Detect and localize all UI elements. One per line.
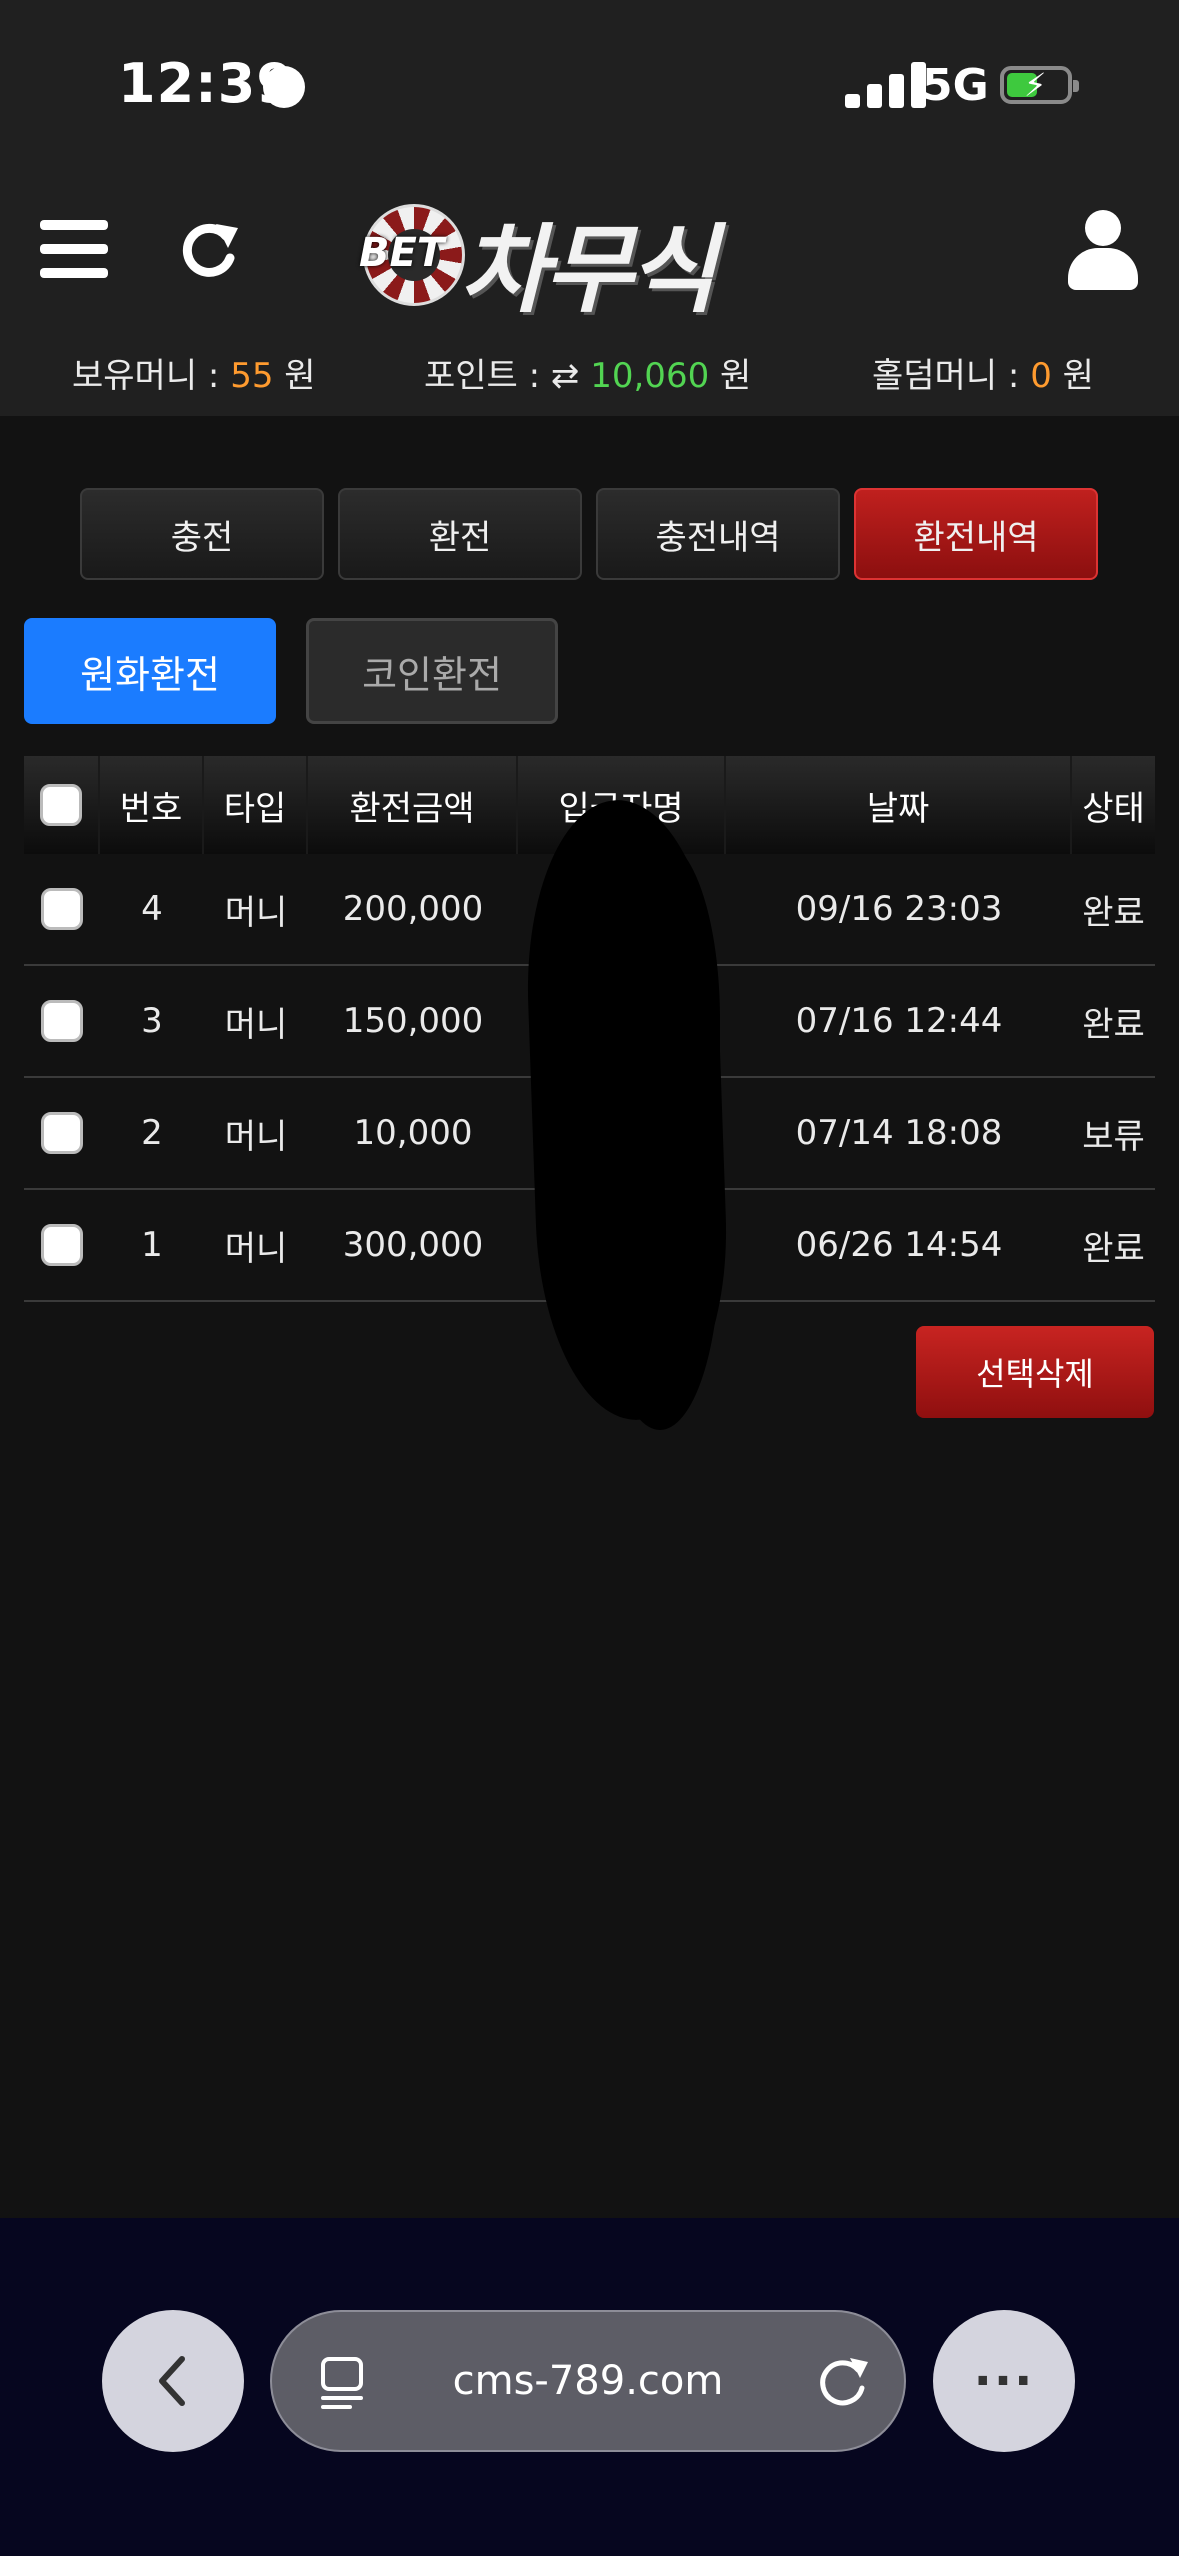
user-icon[interactable]	[1068, 210, 1138, 290]
row-status: 보류	[1082, 1116, 1145, 1157]
menu-icon[interactable]	[40, 220, 110, 280]
money-label: 보유머니 :	[72, 356, 220, 396]
row-type: 머니	[224, 1228, 288, 1269]
row-type: 머니	[224, 892, 288, 933]
cellular-signal-icon	[845, 62, 927, 108]
header-date: 날짜	[726, 756, 1072, 854]
refresh-icon[interactable]	[176, 218, 242, 284]
tab-withdraw-history[interactable]: 환전내역	[854, 488, 1098, 580]
back-button[interactable]	[102, 2310, 244, 2452]
row-amount: 200,000	[342, 889, 484, 929]
delete-selected-button[interactable]: 선택삭제	[916, 1326, 1154, 1418]
header-type: 타입	[204, 756, 308, 854]
row-checkbox[interactable]	[41, 1000, 83, 1042]
site-logo[interactable]: BET 차무식	[355, 192, 815, 326]
chevron-left-icon	[159, 2356, 185, 2406]
holdem-value: 0	[1030, 356, 1052, 396]
row-date: 06/26 14:54	[795, 1225, 1003, 1265]
point-unit: 원	[720, 356, 752, 396]
row-type: 머니	[224, 1116, 288, 1157]
row-number: 2	[141, 1113, 163, 1153]
point-value: 10,060	[590, 356, 710, 396]
tab-deposit-history[interactable]: 충전내역	[596, 488, 840, 580]
row-status: 완료	[1082, 1228, 1145, 1269]
exchange-arrows-icon[interactable]: ⇄	[551, 356, 580, 396]
address-bar[interactable]: cms-789.com	[270, 2310, 906, 2452]
tab-withdraw[interactable]: 환전	[338, 488, 582, 580]
select-all-cell	[24, 756, 100, 854]
status-bar: 12:39 5G ⚡	[0, 0, 1179, 180]
recording-indicator-icon	[263, 66, 305, 108]
select-all-checkbox[interactable]	[40, 784, 82, 826]
row-date: 09/16 23:03	[795, 889, 1003, 929]
holdem-balance: 홀덤머니 : 0 원	[872, 348, 1094, 397]
row-date: 07/14 18:08	[795, 1113, 1003, 1153]
header-status: 상태	[1082, 788, 1145, 829]
more-icon: ···	[973, 2353, 1035, 2409]
network-type: 5G	[922, 60, 989, 111]
redaction-mark	[600, 840, 720, 1430]
logo-name: 차무식	[460, 214, 717, 326]
row-amount: 300,000	[342, 1225, 484, 1265]
row-amount: 10,000	[353, 1113, 473, 1153]
tab-won-withdraw[interactable]: 원화환전	[24, 618, 276, 724]
money-value: 55	[230, 356, 274, 396]
holdem-unit: 원	[1062, 356, 1094, 396]
row-checkbox[interactable]	[41, 888, 83, 930]
row-number: 3	[141, 1001, 163, 1041]
logo-prefix: BET	[359, 230, 445, 276]
point-label: 포인트 :	[424, 356, 541, 396]
reload-icon[interactable]	[814, 2354, 870, 2410]
tab-coin-withdraw[interactable]: 코인환전	[306, 618, 558, 724]
row-amount: 150,000	[342, 1001, 484, 1041]
balance-bar: 보유머니 : 55 원 포인트 : ⇄ 10,060 원 홀덤머니 : 0 원	[0, 348, 1179, 398]
site-header: BET 차무식 보유머니 : 55 원 포인트 : ⇄ 10,060 원 홀덤머…	[0, 180, 1179, 416]
money-unit: 원	[284, 356, 316, 396]
row-checkbox[interactable]	[41, 1224, 83, 1266]
point-balance: 포인트 : ⇄ 10,060 원	[424, 348, 751, 397]
more-options-button[interactable]: ···	[933, 2310, 1075, 2452]
row-type: 머니	[224, 1004, 288, 1045]
browser-toolbar: cms-789.com ···	[0, 2218, 1179, 2556]
holdem-label: 홀덤머니 :	[872, 356, 1020, 396]
row-status: 완료	[1082, 892, 1145, 933]
url-text: cms-789.com	[452, 2358, 724, 2404]
money-balance: 보유머니 : 55 원	[72, 348, 316, 397]
battery-icon: ⚡	[1000, 66, 1079, 104]
row-number: 4	[141, 889, 163, 929]
row-status: 완료	[1082, 1004, 1145, 1045]
header-amount: 환전금액	[308, 756, 518, 854]
row-checkbox[interactable]	[41, 1112, 83, 1154]
tab-deposit[interactable]: 충전	[80, 488, 324, 580]
row-number: 1	[141, 1225, 163, 1265]
header-number: 번호	[100, 756, 204, 854]
row-date: 07/16 12:44	[795, 1001, 1003, 1041]
